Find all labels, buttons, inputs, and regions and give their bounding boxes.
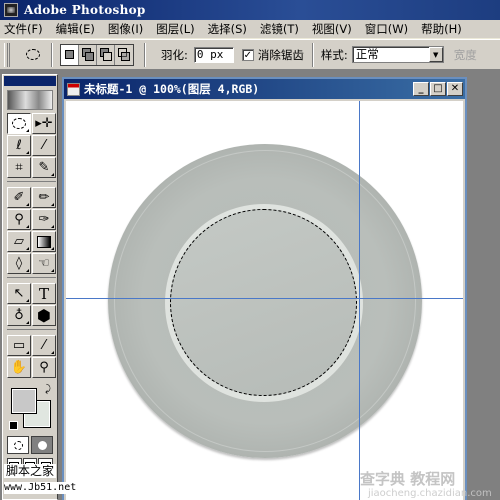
custom-shape-tool[interactable]: ⬢	[32, 305, 56, 326]
menu-select[interactable]: 选择(S)	[208, 21, 247, 37]
history-brush-tool[interactable]: ✑	[32, 209, 56, 230]
eraser-tool[interactable]: ▱	[7, 231, 31, 252]
intersect-selection-icon-part	[121, 51, 130, 61]
tool-preset-picker[interactable]	[20, 44, 46, 66]
photoshop-logo-eye-icon[interactable]	[7, 90, 53, 110]
elliptical-marquee-tool[interactable]	[7, 113, 31, 134]
circular-selection-marquee[interactable]	[170, 209, 357, 396]
antialias-checkbox[interactable]: ✓	[241, 48, 254, 61]
zoom-tool[interactable]: ⚲	[32, 357, 56, 378]
quick-mask-button[interactable]	[31, 436, 53, 454]
separator	[144, 42, 146, 67]
horizontal-guide[interactable]	[66, 298, 463, 299]
menu-help[interactable]: 帮助(H)	[421, 21, 462, 37]
intersect-selection-button[interactable]	[115, 44, 133, 65]
standard-mode-button[interactable]	[7, 436, 29, 454]
maximize-button[interactable]: □	[430, 82, 446, 96]
separator	[51, 42, 53, 67]
width-label: 宽度	[453, 47, 477, 62]
foreground-color-swatch[interactable]	[11, 388, 37, 414]
default-colors-icon[interactable]	[9, 421, 18, 430]
photoshop-eye-icon	[4, 3, 18, 17]
brush-tool[interactable]: ✏	[32, 187, 56, 208]
dropdown-arrow-icon[interactable]: ▼	[428, 47, 443, 62]
feather-label: 羽化:	[161, 47, 188, 62]
add-selection-icon-part	[85, 51, 94, 61]
photoshop-app: Adobe Photoshop 文件(F) 编辑(E) 图像(I) 图层(L) …	[0, 0, 500, 500]
type-tool[interactable]: T	[32, 283, 56, 304]
healing-brush-tool[interactable]: ✐	[7, 187, 31, 208]
dodge-tool[interactable]: ☜	[32, 253, 56, 274]
subtract-from-selection-button[interactable]	[97, 44, 115, 65]
toolbox: ▸✛ ℓ ⁄ ⌗ ✎ ✐ ✏ ⚲ ✑ ▱ ◊ ☜ ↖ T ♁ ⬢ ▭ ⁄ ✋ ⚲	[2, 74, 58, 500]
app-title: Adobe Photoshop	[24, 3, 146, 17]
menu-file[interactable]: 文件(F)	[4, 21, 43, 37]
new-selection-icon	[65, 49, 74, 59]
menu-bar: 文件(F) 编辑(E) 图像(I) 图层(L) 选择(S) 滤镜(T) 视图(V…	[0, 20, 500, 39]
antialias-label: 消除锯齿	[257, 47, 304, 62]
pen-tool[interactable]: ♁	[7, 305, 31, 326]
minimize-button[interactable]: _	[413, 82, 429, 96]
watermark-jb51: 脚本之家	[4, 464, 57, 478]
document-title: 未标题-1 @ 100%(图层 4,RGB)	[84, 82, 260, 96]
lasso-tool[interactable]: ℓ	[7, 135, 31, 156]
style-select-value: 正常	[355, 47, 379, 61]
quick-mask-group	[7, 436, 53, 454]
watermark-chazidian: 查字典 教程网	[360, 470, 456, 488]
separator	[311, 42, 314, 67]
style-select[interactable]: 正常 ▼	[351, 46, 444, 63]
tool-separator	[7, 329, 56, 334]
subtract-selection-icon-part	[103, 51, 112, 61]
tool-grid: ▸✛ ℓ ⁄ ⌗ ✎ ✐ ✏ ⚲ ✑ ▱ ◊ ☜ ↖ T ♁ ⬢ ▭ ⁄ ✋ ⚲	[7, 113, 57, 378]
document-canvas[interactable]	[66, 101, 463, 500]
menu-image[interactable]: 图像(I)	[108, 21, 143, 37]
document-titlebar[interactable]: 未标题-1 @ 100%(图层 4,RGB) _ □ ✕	[64, 79, 465, 99]
crop-tool[interactable]: ⌗	[7, 157, 31, 178]
menu-layer[interactable]: 图层(L)	[156, 21, 194, 37]
menu-view[interactable]: 视图(V)	[312, 21, 352, 37]
elliptical-marquee-icon	[12, 118, 26, 129]
menu-edit[interactable]: 编辑(E)	[56, 21, 95, 37]
document-window: 未标题-1 @ 100%(图层 4,RGB) _ □ ✕	[62, 77, 467, 500]
blur-tool[interactable]: ◊	[7, 253, 31, 274]
watermark-chazidian-url: jiaocheng.chazidian.com	[368, 488, 492, 499]
document-icon	[67, 82, 80, 96]
window-controls: _ □ ✕	[413, 82, 463, 96]
options-bar: 羽化: 0 px ✓ 消除锯齿 样式: 正常 ▼ 宽度	[0, 39, 500, 70]
path-selection-tool[interactable]: ↖	[7, 283, 31, 304]
move-tool[interactable]: ▸✛	[32, 113, 56, 134]
magic-wand-tool[interactable]: ⁄	[32, 135, 56, 156]
notes-tool[interactable]: ▭	[7, 335, 31, 356]
gradient-tool[interactable]	[32, 231, 56, 252]
elliptical-marquee-icon	[26, 49, 40, 60]
menu-window[interactable]: 窗口(W)	[365, 21, 408, 37]
standard-mode-icon	[13, 440, 23, 450]
close-button[interactable]: ✕	[447, 82, 463, 96]
new-selection-button[interactable]	[61, 44, 79, 65]
clone-stamp-tool[interactable]: ⚲	[7, 209, 31, 230]
selection-mode-group	[60, 43, 134, 66]
app-titlebar: Adobe Photoshop	[0, 0, 500, 20]
options-bar-grip[interactable]	[4, 42, 10, 67]
quick-mask-icon	[37, 440, 47, 450]
slice-tool[interactable]: ✎	[32, 157, 56, 178]
vertical-guide[interactable]	[359, 101, 360, 500]
feather-input[interactable]: 0 px	[193, 46, 234, 63]
swap-colors-icon[interactable]: ⤸	[45, 384, 51, 395]
toolbox-titlebar[interactable]	[4, 76, 56, 86]
watermark-jb51-url: www.Jb51.net	[4, 482, 77, 494]
color-swatches: ⤸	[7, 384, 53, 432]
menu-filter[interactable]: 滤镜(T)	[260, 21, 299, 37]
eyedropper-tool[interactable]: ⁄	[32, 335, 56, 356]
tool-separator	[7, 277, 56, 282]
add-to-selection-button[interactable]	[79, 44, 97, 65]
style-label: 样式:	[320, 47, 348, 62]
hand-tool[interactable]: ✋	[7, 357, 31, 378]
gradient-icon	[37, 235, 51, 248]
tool-separator	[7, 181, 56, 186]
